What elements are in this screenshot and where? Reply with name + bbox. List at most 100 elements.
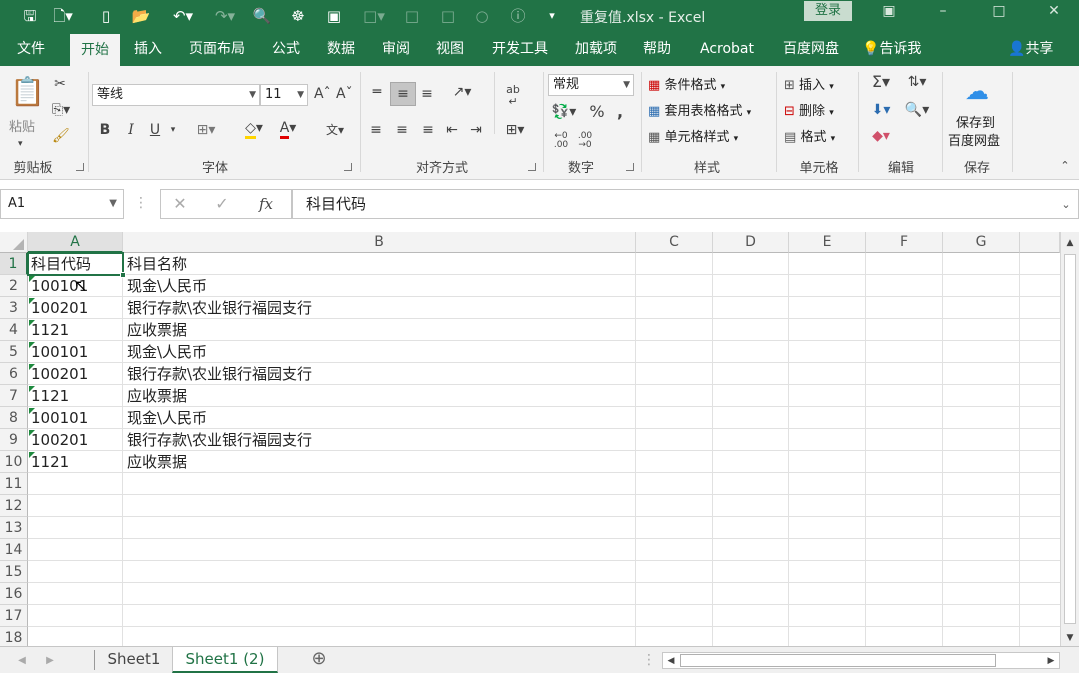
print-preview-icon[interactable]: 🔍 <box>252 7 272 25</box>
paste-label[interactable]: 粘贴 <box>9 116 35 135</box>
row-header[interactable]: 12 <box>0 495 28 517</box>
tab-review[interactable]: 审阅 <box>374 32 418 66</box>
row-header[interactable]: 2 <box>0 275 28 297</box>
row-header[interactable]: 4 <box>0 319 28 341</box>
conditional-formatting-button[interactable]: ▦ 条件格式 ▾ <box>648 74 725 93</box>
select-all-corner[interactable] <box>0 232 28 253</box>
name-box[interactable]: A1 ▼ <box>0 189 124 219</box>
redo-icon[interactable]: ↷▾ <box>210 7 240 25</box>
cell-a5[interactable]: 100101 <box>31 341 88 363</box>
cell-a8[interactable]: 100101 <box>31 407 88 429</box>
row-header[interactable]: 6 <box>0 363 28 385</box>
horizontal-scroll-thumb[interactable] <box>680 654 996 667</box>
number-format-select[interactable]: 常规 ▼ <box>548 74 634 96</box>
sheet-tab-sheet1-2[interactable]: Sheet1 (2) <box>172 647 278 673</box>
paste-icon[interactable]: 📋 <box>10 74 45 114</box>
fill-handle[interactable] <box>120 272 126 278</box>
tab-page-layout[interactable]: 页面布局 <box>180 32 254 66</box>
cell-b6[interactable]: 银行存款\农业银行福园支行 <box>127 363 312 385</box>
tell-me-search[interactable]: 💡告诉我 <box>862 32 921 66</box>
italic-button[interactable]: I <box>124 122 138 138</box>
horizontal-scrollbar[interactable]: ◀ ▶ <box>662 652 1060 669</box>
decrease-decimal-icon[interactable]: .00 →0 <box>576 132 594 150</box>
expand-formula-bar-icon[interactable]: ⌄ <box>1060 197 1072 213</box>
next-sheet-icon[interactable]: ▶ <box>44 653 56 669</box>
paint-icon[interactable]: ☸ <box>288 7 308 25</box>
tab-insert[interactable]: 插入 <box>126 32 170 66</box>
open-folder-icon[interactable]: 📂 <box>130 7 152 25</box>
row-header[interactable]: 7 <box>0 385 28 407</box>
row-header[interactable]: 9 <box>0 429 28 451</box>
sheet-tab-sheet1[interactable]: Sheet1 <box>96 647 172 673</box>
cell-b7[interactable]: 应收票据 <box>127 385 187 407</box>
new-sheet-icon[interactable]: ⊕ <box>308 650 330 668</box>
tab-view[interactable]: 视图 <box>428 32 472 66</box>
cell-b2[interactable]: 现金\人民币 <box>127 275 207 297</box>
format-cells-button[interactable]: ▤ 格式 ▾ <box>784 126 835 145</box>
tab-developer[interactable]: 开发工具 <box>482 32 558 66</box>
column-header-e[interactable]: E <box>789 232 866 253</box>
column-header-f[interactable]: F <box>866 232 943 253</box>
scroll-up-icon[interactable]: ▲ <box>1064 235 1076 251</box>
cell-b9[interactable]: 银行存款\农业银行福园支行 <box>127 429 312 451</box>
cell-b8[interactable]: 现金\人民币 <box>127 407 207 429</box>
insert-function-button[interactable]: fx <box>255 196 277 212</box>
tab-split-handle-icon[interactable]: ⋮ <box>642 652 656 668</box>
borders-icon[interactable]: ⊞▾ <box>192 122 220 138</box>
tab-help[interactable]: 帮助 <box>634 32 680 66</box>
tab-add-ins[interactable]: 加载项 <box>566 32 626 66</box>
increase-indent-icon[interactable]: ⇥ <box>468 122 484 138</box>
align-bottom-icon[interactable]: ≡ <box>418 86 436 102</box>
clipboard-launcher-icon[interactable] <box>76 163 84 171</box>
column-header-a[interactable]: A <box>28 232 123 253</box>
font-launcher-icon[interactable] <box>344 163 352 171</box>
cell-b4[interactable]: 应收票据 <box>127 319 187 341</box>
close-icon[interactable]: ✕ <box>1031 0 1077 30</box>
share-button[interactable]: 👤共享 <box>1008 32 1053 66</box>
column-header-g[interactable]: G <box>943 232 1020 253</box>
baidu-netdisk-icon[interactable]: ☁ <box>962 78 992 104</box>
form-icon[interactable]: ▣ <box>324 7 344 25</box>
number-launcher-icon[interactable] <box>626 163 634 171</box>
customize-toolbar-icon[interactable]: ▾ <box>544 7 560 25</box>
underline-button[interactable]: U <box>148 122 162 138</box>
maximize-icon[interactable]: □ <box>976 0 1022 30</box>
quick-access-icon[interactable]: □ <box>402 7 422 25</box>
undo-icon[interactable]: ↶▾ <box>168 7 198 25</box>
scroll-right-icon[interactable]: ▶ <box>1045 653 1057 669</box>
cancel-icon[interactable]: ✕ <box>171 196 189 212</box>
accounting-format-icon[interactable]: 💱▾ <box>550 104 578 120</box>
paste-dropdown-icon[interactable]: ▾ <box>18 136 23 152</box>
find-select-icon[interactable]: 🔍▾ <box>902 102 932 118</box>
clear-icon[interactable]: ◆▾ <box>866 128 896 144</box>
merge-center-icon[interactable]: ⊞▾ <box>500 122 530 138</box>
row-header[interactable]: 15 <box>0 561 28 583</box>
bold-button[interactable]: B <box>98 122 112 138</box>
tab-file[interactable]: 文件 <box>8 32 54 66</box>
cell-b5[interactable]: 现金\人民币 <box>127 341 207 363</box>
font-size-select[interactable]: 11 ▼ <box>260 84 308 106</box>
row-header[interactable]: 1 <box>0 253 28 275</box>
font-name-select[interactable]: 等线 ▼ <box>92 84 260 106</box>
tab-formulas[interactable]: 公式 <box>264 32 308 66</box>
info-icon[interactable]: ⓘ <box>508 7 528 25</box>
delete-cells-button[interactable]: ⊟ 删除 ▾ <box>784 100 834 119</box>
scroll-down-icon[interactable]: ▼ <box>1064 630 1076 646</box>
row-header[interactable]: 17 <box>0 605 28 627</box>
column-header-b[interactable]: B <box>123 232 636 253</box>
circle-icon[interactable]: ○ <box>472 7 492 25</box>
prev-sheet-icon[interactable]: ◀ <box>16 653 28 669</box>
decrease-indent-icon[interactable]: ⇤ <box>444 122 460 138</box>
row-header[interactable]: 16 <box>0 583 28 605</box>
new-file-dropdown-icon[interactable]: 🗋▾ <box>52 7 74 25</box>
decrease-font-icon[interactable]: Aˇ <box>336 86 353 102</box>
quick-access-icon[interactable]: □▾ <box>360 7 388 25</box>
format-as-table-button[interactable]: ▦ 套用表格格式 ▾ <box>648 100 751 119</box>
minimize-icon[interactable]: – <box>920 0 966 30</box>
column-header-partial[interactable] <box>1020 232 1060 253</box>
autosum-icon[interactable]: Σ▾ <box>866 74 896 90</box>
cell-a9[interactable]: 100201 <box>31 429 88 451</box>
drag-handle-icon[interactable]: ⋮ <box>134 195 148 211</box>
comma-button[interactable]: , <box>614 104 626 120</box>
quick-access-icon[interactable]: □ <box>438 7 458 25</box>
